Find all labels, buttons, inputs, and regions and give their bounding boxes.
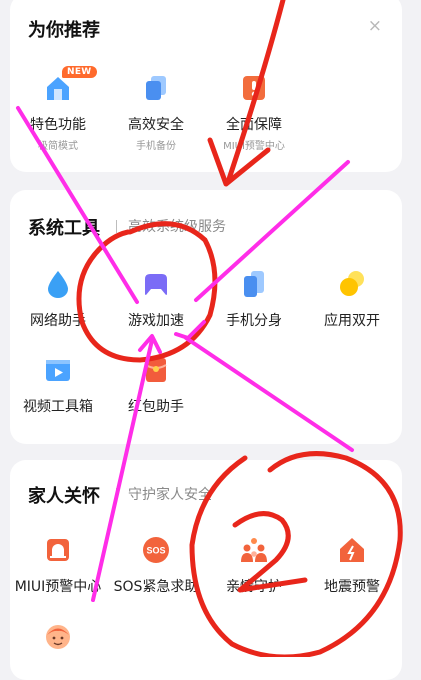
copy-icon [142,74,170,102]
alert-doc-icon [240,74,268,102]
recommend-item-label: 高效安全 [128,117,184,133]
droplet-icon [44,270,72,298]
tools-item-label: 游戏加速 [128,313,184,329]
recommend-item-protection[interactable]: 全面保障 MIUI预警中心 [206,74,302,152]
recommend-title: 为你推荐 [28,20,100,41]
new-badge: NEW [62,66,97,78]
recommend-item-features[interactable]: NEW 特色功能 极简模式 [10,66,106,152]
family-subtitle: 守护家人安全 [128,487,212,503]
sos-icon: SOS [142,536,170,564]
tools-item-label: 网络助手 [30,313,86,329]
tools-item-network[interactable]: 网络助手 [10,270,106,330]
title-divider [116,220,117,233]
red-packet-icon [142,356,170,384]
video-icon [44,356,72,384]
tools-card: 系统工具 高效系统级服务 网络助手 游戏加速 手机分身 应用双开 视频工具箱 红… [10,190,402,444]
tools-item-label: 红包助手 [128,399,184,415]
tools-item-dual-apps[interactable]: 应用双开 [304,270,400,330]
recommend-item-sub: 手机备份 [136,141,176,152]
siren-icon [44,536,72,564]
recommend-item-label: 全面保障 [226,117,282,133]
family-item-child[interactable] [10,622,106,650]
tools-item-label: 应用双开 [324,313,380,329]
tools-item-label: 手机分身 [226,313,282,329]
recommend-item-sub: 极简模式 [38,141,78,152]
tools-subtitle: 高效系统级服务 [128,219,226,235]
tools-title: 系统工具 [28,218,100,239]
family-item-label: MIUI预警中心 [14,579,102,595]
family-item-sos[interactable]: SOS SOS紧急求助 [108,536,204,596]
family-item-guardian[interactable]: 亲情守护 [206,536,302,596]
recommend-card: 为你推荐 × NEW 特色功能 极简模式 高效安全 手机备份 全面保障 MIUI… [10,0,402,172]
family-title: 家人关怀 [28,486,100,507]
child-face-icon [44,622,72,650]
recommend-item-sub: MIUI预警中心 [223,141,285,152]
tools-item-video-toolbox[interactable]: 视频工具箱 [10,356,106,416]
dual-circle-icon [338,270,366,298]
family-card: 家人关怀 守护家人安全 MIUI预警中心 SOS SOS紧急求助 亲情守护 地震… [10,460,402,680]
family-item-label: SOS紧急求助 [113,579,199,595]
family-item-label: 亲情守护 [226,579,282,595]
earthquake-house-icon [338,536,366,564]
dual-phone-icon [240,270,268,298]
close-icon[interactable]: × [368,16,382,36]
tools-item-label: 视频工具箱 [23,399,93,415]
tools-item-red-packet[interactable]: 红包助手 [108,356,204,416]
family-item-earthquake[interactable]: 地震预警 [304,536,400,596]
family-item-miui-alert[interactable]: MIUI预警中心 [10,536,106,596]
title-divider [116,488,117,501]
recommend-item-label: 特色功能 [30,117,86,133]
gamepad-icon [142,270,170,298]
family-item-label: 地震预警 [324,579,380,595]
home-icon: NEW [44,66,97,102]
family-icon [240,536,268,564]
sos-glyph: SOS [146,546,165,556]
tools-item-second-space[interactable]: 手机分身 [206,270,302,330]
tools-item-game-boost[interactable]: 游戏加速 [108,270,204,330]
recommend-item-security[interactable]: 高效安全 手机备份 [108,74,204,152]
